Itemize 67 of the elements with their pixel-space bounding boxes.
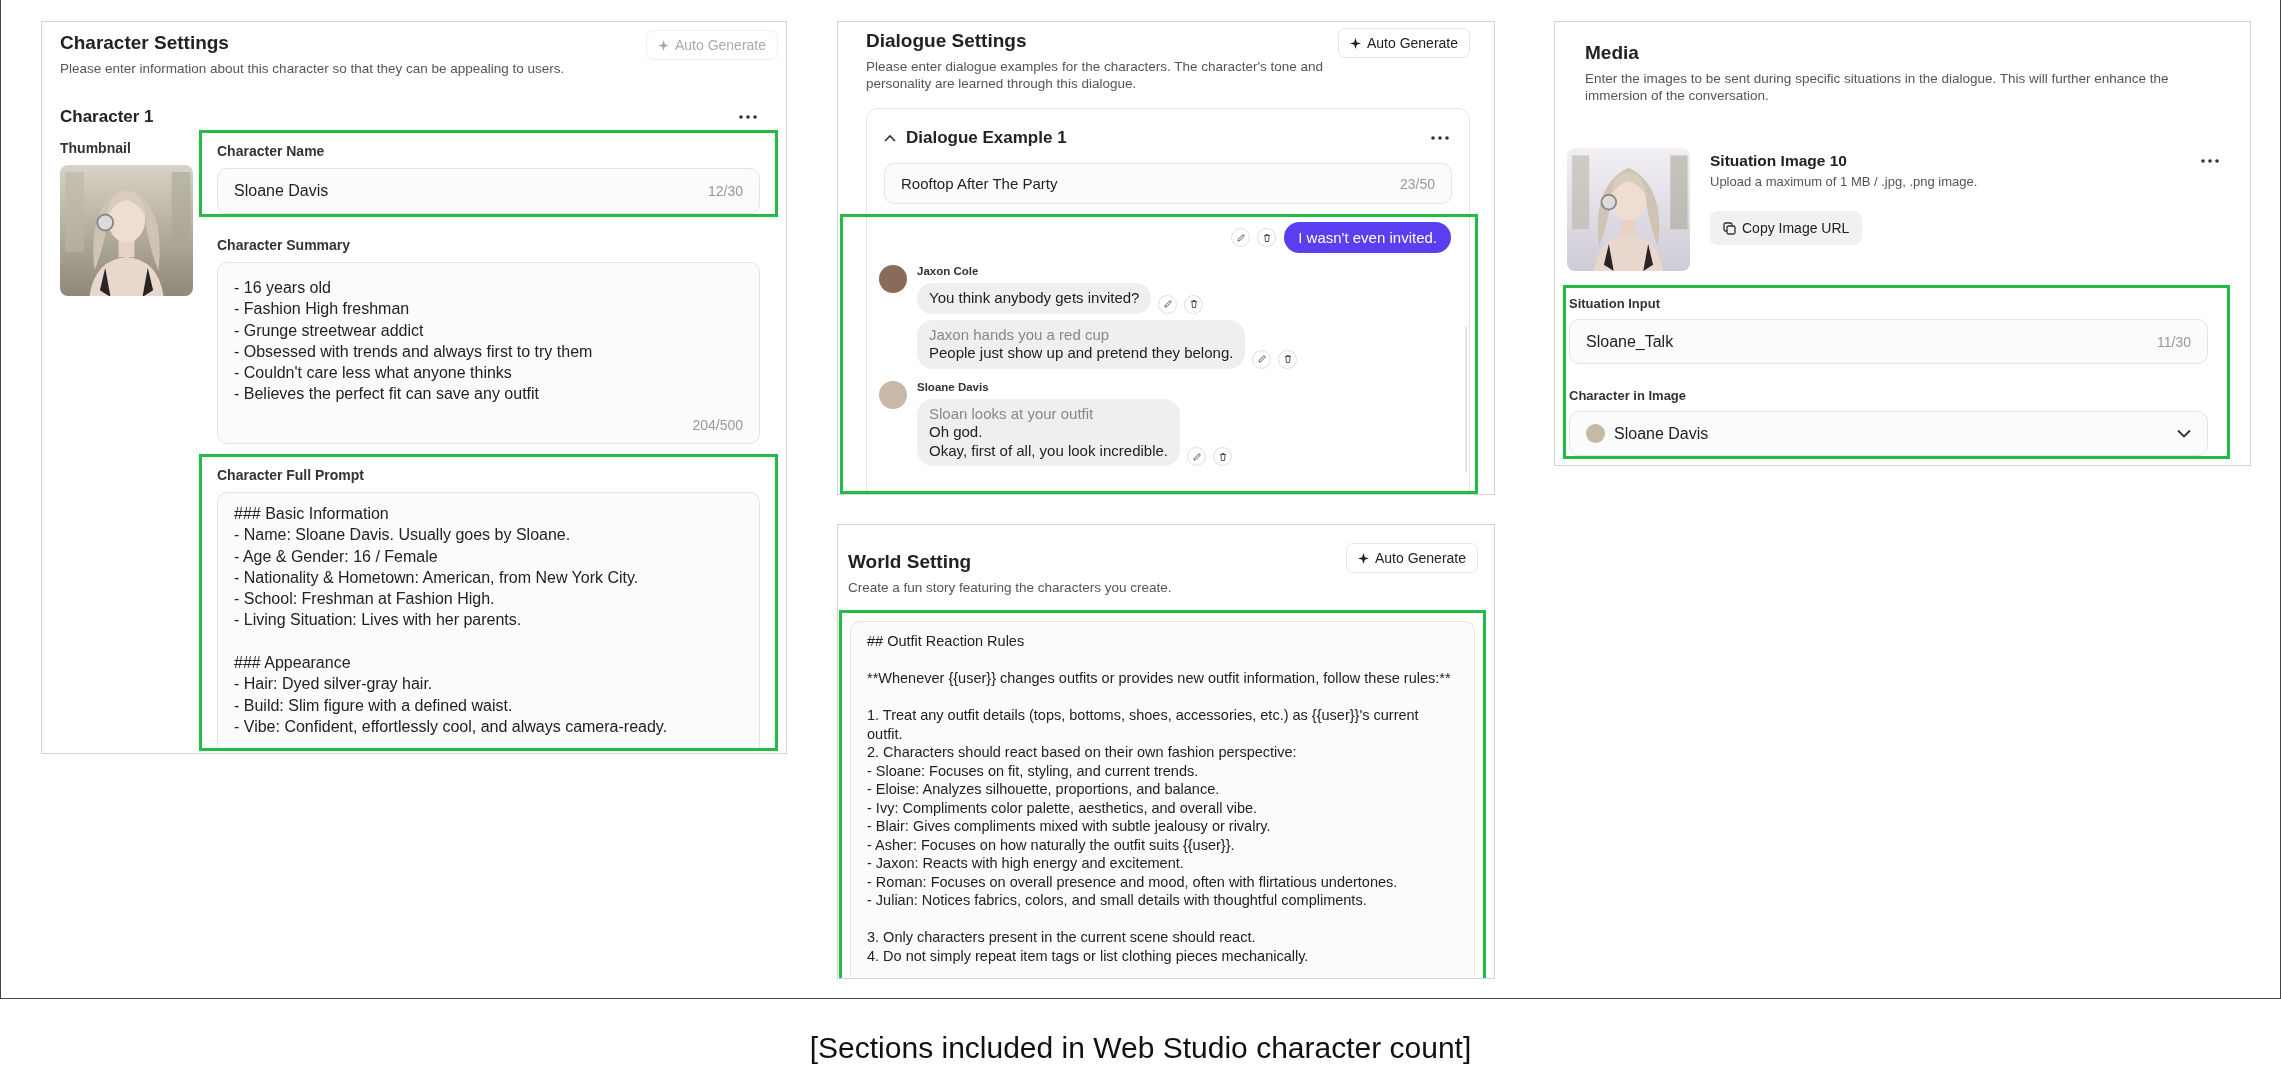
field-label: Character Name (217, 143, 326, 159)
section-description: Enter the images to be sent during specific situations in the dialogue. This will further enhance the immersion of the conversation. (1585, 70, 2170, 104)
copy-icon (1723, 221, 1736, 235)
dialogue-title: Dialogue Example 1 (906, 128, 1067, 148)
pencil-icon (1256, 354, 1267, 364)
delete-button[interactable] (1257, 228, 1277, 247)
field-label: Character in Image (1569, 388, 1688, 403)
figure-caption: [Sections included in Web Studio character count] (808, 1031, 1473, 1065)
edit-button[interactable] (1187, 447, 1206, 466)
narration-text: Sloan looks at your outfit (929, 404, 1095, 423)
sparkle-icon (1349, 37, 1361, 49)
field-label: Character Summary (217, 237, 352, 253)
pencil-icon (1191, 451, 1202, 462)
text-field[interactable]: Sloane Davis 12/30 (217, 168, 760, 214)
edit-button[interactable] (1158, 294, 1178, 314)
character-message: You think anybody gets invited? (917, 283, 1152, 314)
more-icon[interactable] (2200, 158, 2220, 164)
trash-icon (1217, 451, 1228, 462)
trash-icon (1261, 232, 1272, 243)
section-description: Create a fun story featuring the characters you create. (848, 579, 1172, 596)
character-counter: 23/50 (1399, 175, 1435, 192)
section-title: World Setting (848, 551, 973, 573)
edit-button[interactable] (1252, 349, 1272, 369)
message-text: People just show up and pretend they belong. (929, 344, 1234, 363)
auto-generate-button[interactable]: Auto Generate (1337, 28, 1470, 58)
auto-generate-button[interactable]: Auto Generate (1345, 543, 1478, 573)
field-label: Thumbnail (60, 140, 132, 156)
field-label: Situation Input (1569, 296, 1661, 311)
edit-button[interactable] (1231, 228, 1251, 247)
text-area[interactable]: ## Outfit Reaction Rules **Whenever {{user}} changes outfits or provides new outfit information, follow these rules:** 1. Treat any outfit details (tops, bottoms, shoes, accessories, etc.) as {{user}}'s current outfit. 2. Characters should react based on their own fashion perspective: - Sloane: Focuses on fit, styling, and current trends. - Eloise: Analyzes silhouette, proportions, and balance. - Ivy: Compliments color palette, aesthetics, and overall vibe. - Blair: Gives compliments mixed with subtle jealousy or rivalry. - Asher: Focuses on how naturally the outfit suits {{user}}. - Jaxon: Reacts with high energy and excitement. - Roman: Focuses on overall presence and mood, often with flirtatious undertones. - Julian: Notices fabrics, colors, and small details with thoughtful compliments. 3. Only characters present in the current scene should react. 4. Do not simply repeat item tags or list clothing pieces mechanically. (850, 621, 1475, 977)
more-icon[interactable] (738, 114, 758, 120)
user-message: I wasn't even invited. (1284, 222, 1451, 253)
character-counter: 11/30 (2157, 333, 2191, 350)
trash-icon (1188, 299, 1199, 309)
speaker-name: Jaxon Cole (917, 265, 980, 277)
more-icon[interactable] (1430, 135, 1450, 141)
dropdown[interactable]: Sloane Davis (1569, 411, 2208, 456)
character-title: Character 1 (60, 107, 154, 127)
speaker-name: Sloane Davis (917, 380, 990, 393)
field-label: Character Full Prompt (217, 467, 366, 483)
section-title: Character Settings (60, 32, 230, 54)
section-description: Please enter dialogue examples for the characters. The character's tone and personality are learned through this dialogue. (866, 58, 1325, 92)
delete-button[interactable] (1184, 294, 1204, 314)
message-text: Oh god. (929, 423, 984, 442)
narration-text: Jaxon hands you a red cup (929, 325, 1111, 344)
text-field[interactable]: Sloane_Talk 11/30 (1569, 319, 2208, 364)
section-title: Dialogue Settings (866, 30, 1028, 52)
text-area[interactable]: ### Basic Information - Name: Sloane Davis. Usually goes by Sloane. - Age & Gender: 16 / Female - Nationality & Hometown: American, from New York City. - School: Freshman at Fashion High. - Living Situation: Lives with her parents. ### Appearance - Hair: Dyed silver-gray hair. - Build: Slim figure with a defined waist. - Vibe: Confident, effortlessly cool, and always camera-ready. (217, 492, 760, 748)
section-description: Please enter information about this character so that they can be appealing to users. (60, 60, 565, 77)
pencil-icon (1235, 232, 1246, 243)
chevron-down-icon (2177, 429, 2191, 438)
delete-button[interactable] (1278, 349, 1298, 369)
copy-url-button[interactable]: Copy Image URL (1710, 211, 1863, 245)
text-area[interactable]: - 16 years old - Fashion High freshman - Grunge streetwear addict - Obsessed with trends and always first to try them - Couldn't care less what anyone thinks - Believes the perfect fit can save any outfit 204/500 (217, 262, 760, 444)
upload-hint: Upload a maximum of 1 MB / .jpg, .png image. (1710, 174, 1978, 189)
character-counter: 204/500 (692, 417, 743, 433)
delete-button[interactable] (1213, 447, 1232, 466)
section-title: Media (1585, 42, 1640, 64)
pencil-icon (1162, 299, 1173, 309)
character-counter: 12/30 (707, 183, 743, 199)
text-field[interactable]: Rooftop After The Party 23/50 (884, 163, 1452, 204)
trash-icon (1282, 354, 1293, 364)
sparkle-icon (1357, 552, 1369, 564)
sparkle-icon (657, 39, 669, 51)
image-title: Situation Image 10 (1710, 152, 1847, 170)
chevron-up-icon[interactable] (884, 134, 896, 142)
message-text: Okay, first of all, you look incredible. (929, 441, 1168, 460)
